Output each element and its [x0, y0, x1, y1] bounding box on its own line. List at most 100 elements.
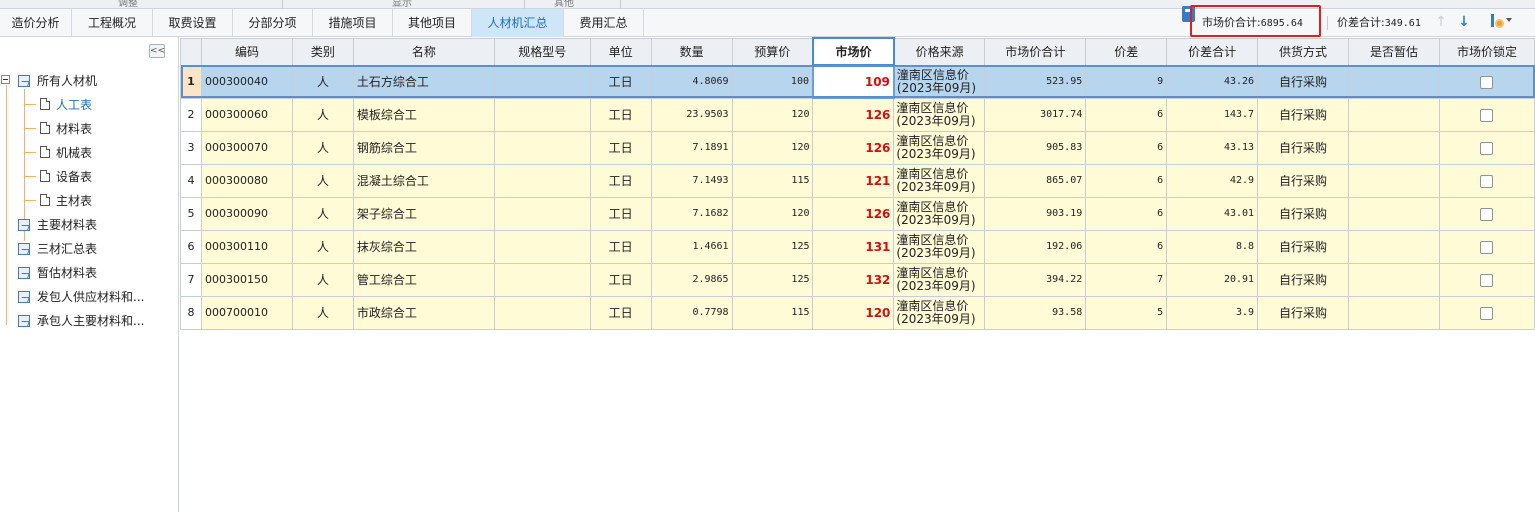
- cell-type[interactable]: 人: [291, 196, 354, 231]
- cell-quantity[interactable]: 7.1493: [650, 163, 733, 198]
- table-row[interactable]: 8 000700010 人 市政综合工 工日 0.7798 115 120 潼南…: [180, 295, 1535, 330]
- cell-spec[interactable]: [493, 196, 591, 231]
- table-row[interactable]: 1 000300040 人 土石方综合工 工日 4.8069 100 109 潼…: [180, 64, 1535, 99]
- cell-name[interactable]: 抹灰综合工: [352, 229, 495, 264]
- cell-price-diff[interactable]: 7: [1085, 262, 1168, 297]
- cell-market-total[interactable]: 903.19: [984, 196, 1087, 231]
- column-header-quantity[interactable]: 数量: [650, 37, 733, 66]
- cell-provisional[interactable]: [1348, 130, 1440, 165]
- cell-code[interactable]: 000300080: [200, 163, 293, 198]
- cell-diff-total[interactable]: 43.13: [1166, 130, 1259, 165]
- arrow-up-icon[interactable]: ↑: [1435, 14, 1447, 30]
- cell-price-source[interactable]: 潼南区信息价 (2023年09月): [893, 196, 986, 231]
- cell-quantity[interactable]: 1.4661: [650, 229, 733, 264]
- cell-price-lock[interactable]: [1438, 229, 1535, 264]
- cell-market-price[interactable]: 131: [812, 229, 895, 264]
- cell-market-total[interactable]: 394.22: [984, 262, 1087, 297]
- cell-price-source[interactable]: 潼南区信息价 (2023年09月): [893, 64, 986, 99]
- price-lock-checkbox[interactable]: [1480, 306, 1494, 320]
- cell-market-total[interactable]: 3017.74: [984, 97, 1087, 132]
- table-row[interactable]: 7 000300150 人 管工综合工 工日 2.9865 125 132 潼南…: [180, 262, 1535, 297]
- cell-price-diff[interactable]: 6: [1085, 163, 1168, 198]
- cell-market-total[interactable]: 865.07: [984, 163, 1087, 198]
- tree-item-materials[interactable]: 材料表: [40, 119, 160, 139]
- cell-market-price[interactable]: 109: [811, 64, 895, 99]
- cell-budget-price[interactable]: 115: [731, 163, 814, 198]
- column-header-supply-method[interactable]: 供货方式: [1257, 37, 1350, 66]
- cell-supply-method[interactable]: 自行采购: [1257, 64, 1350, 99]
- cell-unit[interactable]: 工日: [589, 97, 652, 132]
- cell-price-lock[interactable]: [1438, 64, 1535, 99]
- cell-spec[interactable]: [493, 163, 591, 198]
- cell-type[interactable]: 人: [291, 130, 354, 165]
- cell-unit[interactable]: 工日: [589, 163, 652, 198]
- column-header-type[interactable]: 类别: [291, 37, 354, 66]
- row-number[interactable]: 8: [180, 295, 202, 330]
- cell-quantity[interactable]: 0.7798: [650, 295, 733, 330]
- arrow-down-icon[interactable]: ↓: [1458, 14, 1470, 30]
- tree-item-employer-supplied[interactable]: 发包人供应材料和...: [18, 287, 168, 307]
- cell-price-lock[interactable]: [1438, 262, 1535, 297]
- cell-price-diff[interactable]: 5: [1085, 295, 1168, 330]
- tab-project-overview[interactable]: 工程概况: [72, 9, 153, 37]
- cell-price-source[interactable]: 潼南区信息价 (2023年09月): [893, 97, 986, 132]
- cell-code[interactable]: 000300060: [200, 97, 293, 132]
- tab-fee-summary[interactable]: 费用汇总: [564, 9, 644, 37]
- tree-item-machinery[interactable]: 机械表: [40, 143, 160, 163]
- cell-market-price[interactable]: 126: [812, 196, 895, 231]
- row-number[interactable]: 2: [180, 97, 202, 132]
- cell-unit[interactable]: 工日: [589, 196, 652, 231]
- price-lock-checkbox[interactable]: [1480, 75, 1494, 89]
- column-header-market-total[interactable]: 市场价合计: [984, 37, 1087, 66]
- cell-quantity[interactable]: 2.9865: [650, 262, 733, 297]
- cell-price-lock[interactable]: [1438, 295, 1535, 330]
- tree-item-provisional-materials[interactable]: 暂估材料表: [18, 263, 168, 283]
- cell-unit[interactable]: 工日: [589, 295, 652, 330]
- row-number[interactable]: 3: [180, 130, 202, 165]
- cell-provisional[interactable]: [1348, 97, 1440, 132]
- tab-fee-settings[interactable]: 取费设置: [153, 9, 233, 37]
- tree-item-contractor-materials[interactable]: 承包人主要材料和...: [18, 311, 168, 331]
- tree-item-three-materials[interactable]: 三材汇总表: [18, 239, 168, 259]
- cell-market-total[interactable]: 192.06: [984, 229, 1087, 264]
- cell-diff-total[interactable]: 143.7: [1166, 97, 1259, 132]
- table-row[interactable]: 2 000300060 人 模板综合工 工日 23.9503 120 126 潼…: [180, 97, 1535, 132]
- tab-measures[interactable]: 措施项目: [313, 9, 393, 37]
- cell-spec[interactable]: [493, 262, 591, 297]
- column-header-unit[interactable]: 单位: [589, 37, 652, 66]
- cell-price-source[interactable]: 潼南区信息价 (2023年09月): [893, 262, 986, 297]
- cell-quantity[interactable]: 7.1891: [650, 130, 733, 165]
- cell-type[interactable]: 人: [291, 64, 354, 99]
- cell-spec[interactable]: [493, 130, 591, 165]
- column-header-spec[interactable]: 规格型号: [493, 37, 591, 66]
- column-header-market-price[interactable]: 市场价: [811, 37, 895, 66]
- table-row[interactable]: 4 000300080 人 混凝土综合工 工日 7.1493 115 121 潼…: [180, 163, 1535, 198]
- cell-name[interactable]: 架子综合工: [352, 196, 495, 231]
- tree-collapse-toggle[interactable]: [1, 75, 10, 84]
- cell-code[interactable]: 000300090: [200, 196, 293, 231]
- cell-unit[interactable]: 工日: [589, 229, 652, 264]
- cell-market-total[interactable]: 93.58: [984, 295, 1087, 330]
- cell-type[interactable]: 人: [291, 262, 354, 297]
- column-header-provisional[interactable]: 是否暂估: [1348, 37, 1440, 66]
- cell-supply-method[interactable]: 自行采购: [1257, 229, 1350, 264]
- tree-item-main-materials[interactable]: 主材表: [40, 191, 160, 211]
- cell-spec[interactable]: [493, 295, 591, 330]
- cell-unit[interactable]: 工日: [589, 262, 652, 297]
- cell-provisional[interactable]: [1348, 163, 1440, 198]
- cell-diff-total[interactable]: 42.9: [1166, 163, 1259, 198]
- column-header-price-source[interactable]: 价格来源: [893, 37, 986, 66]
- cell-diff-total[interactable]: 8.8: [1166, 229, 1259, 264]
- cell-code[interactable]: 000300070: [200, 130, 293, 165]
- cell-name[interactable]: 模板综合工: [352, 97, 495, 132]
- cell-name[interactable]: 土石方综合工: [352, 64, 495, 99]
- tab-cost-analysis[interactable]: 造价分析: [0, 9, 72, 37]
- price-lock-checkbox[interactable]: [1480, 108, 1494, 122]
- cell-supply-method[interactable]: 自行采购: [1257, 97, 1350, 132]
- cell-diff-total[interactable]: 20.91: [1166, 262, 1259, 297]
- cell-price-diff[interactable]: 6: [1085, 130, 1168, 165]
- cell-price-source[interactable]: 潼南区信息价 (2023年09月): [893, 229, 986, 264]
- cell-name[interactable]: 市政综合工: [352, 295, 495, 330]
- price-lock-checkbox[interactable]: [1480, 207, 1494, 221]
- cell-provisional[interactable]: [1348, 262, 1440, 297]
